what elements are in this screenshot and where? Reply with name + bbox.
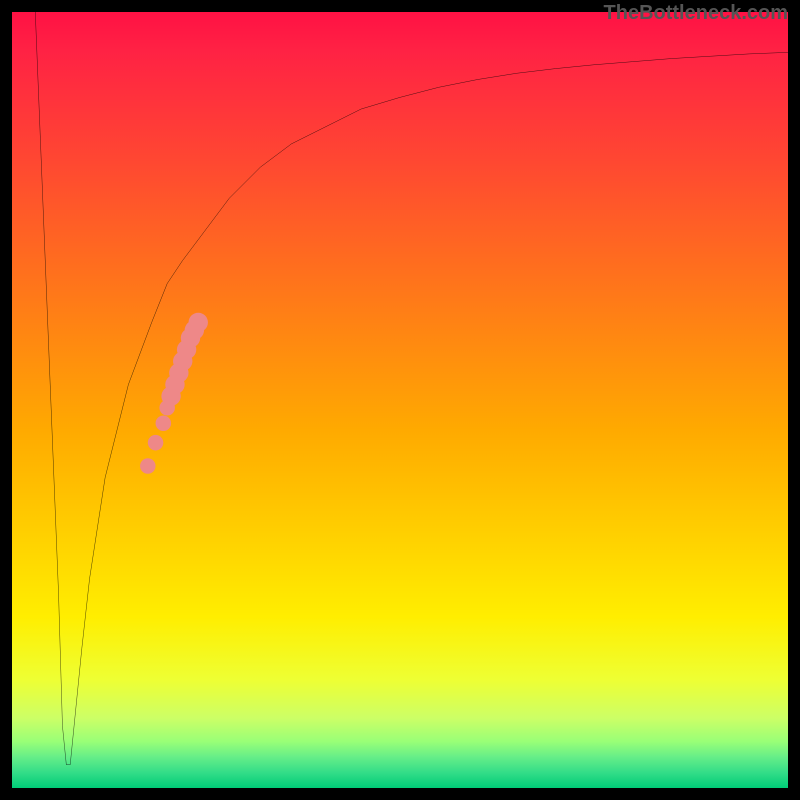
highlight-markers bbox=[140, 313, 208, 474]
chart-plot-area bbox=[12, 12, 788, 788]
highlight-marker bbox=[189, 313, 208, 332]
highlight-marker bbox=[140, 458, 156, 474]
watermark-text: TheBottleneck.com bbox=[604, 2, 788, 25]
highlight-marker bbox=[156, 416, 172, 432]
chart-curve-svg bbox=[12, 12, 788, 788]
bottleneck-curve bbox=[35, 12, 788, 765]
highlight-marker bbox=[148, 435, 164, 451]
